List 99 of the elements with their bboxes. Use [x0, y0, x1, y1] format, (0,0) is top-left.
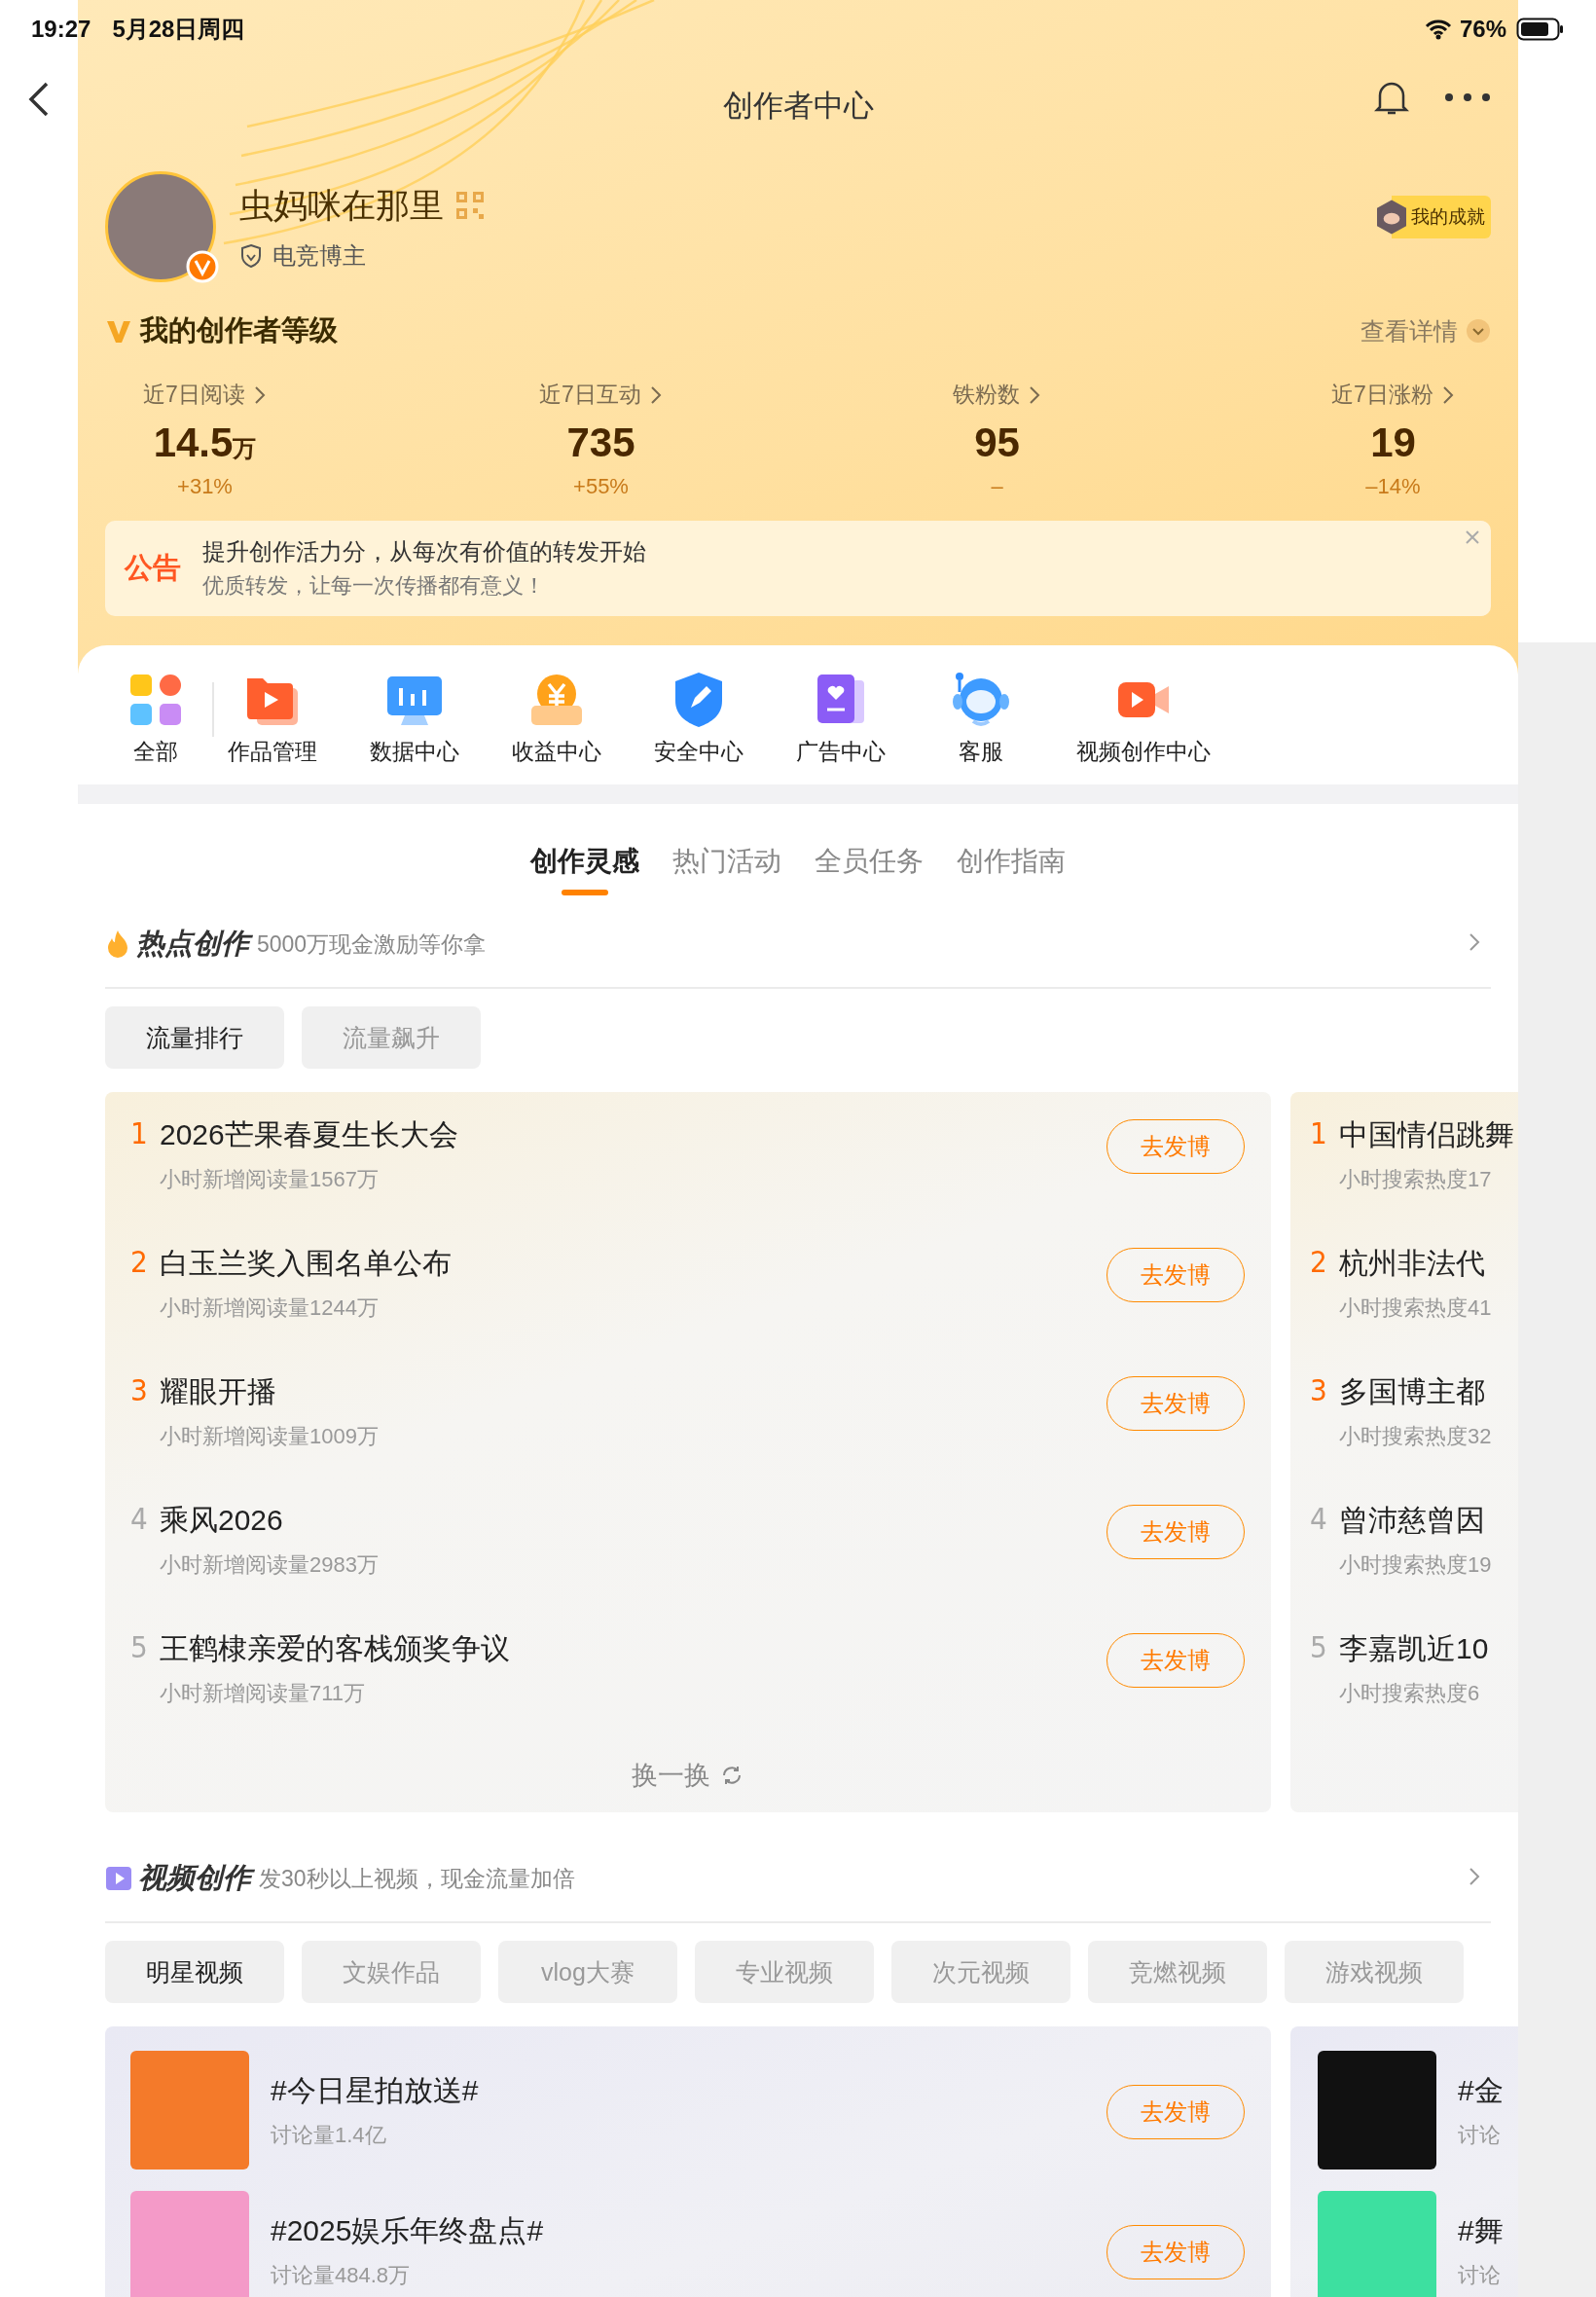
headset-icon	[952, 671, 1010, 729]
rank-number: 3	[130, 1372, 149, 1407]
video-icon	[105, 1866, 132, 1891]
notice-label: 公告	[125, 551, 181, 585]
topic-stat: 小时新增阅读量1244万	[160, 1294, 380, 1322]
topic-stat: 小时新增阅读量1567万	[160, 1166, 380, 1193]
user-name: 虫妈咪在那里	[239, 184, 444, 226]
topic-stat: 小时新增阅读量2983万	[160, 1551, 379, 1579]
topic-title[interactable]: 乘风2026	[160, 1501, 379, 1541]
topic-stat: 小时搜索热度19	[1339, 1551, 1492, 1579]
shield-icon	[239, 242, 263, 269]
chevron-right-icon	[252, 383, 267, 406]
shortcut-item[interactable]: 收益中心	[512, 671, 601, 767]
shortcut-item[interactable]: 安全中心	[654, 671, 744, 767]
topic-stat: 讨论量484.8万	[271, 2261, 412, 2289]
user-tag: 电竞博主	[272, 239, 366, 272]
topic-title[interactable]: #今日星拍放送#	[271, 2070, 479, 2111]
rank-number: 2	[1310, 1244, 1328, 1279]
shortcut-item[interactable]: 全部	[113, 671, 199, 767]
level-title: 我的创作者等级	[140, 313, 338, 347]
rank-number: 1	[130, 1115, 149, 1150]
chevron-right-icon	[1440, 383, 1455, 406]
battery-icon	[1516, 18, 1565, 41]
notice-subtitle: 优质转发，让每一次传播都有意义！	[202, 572, 546, 600]
battery-percent: 76%	[1459, 16, 1506, 43]
topic-title[interactable]: 杭州非法代	[1339, 1244, 1492, 1284]
topic-stat: 小时搜索热度32	[1339, 1423, 1492, 1450]
back-icon[interactable]	[27, 80, 51, 119]
stat-change: –14%	[1365, 474, 1421, 499]
shortcut-item[interactable]: 视频创作中心	[1076, 671, 1211, 767]
section-subtitle: 5000万现金激励等你拿	[257, 930, 487, 959]
stat-value: 19	[1370, 419, 1416, 466]
tab[interactable]: 创作灵感	[530, 839, 639, 895]
thumbnail-image[interactable]	[130, 2051, 249, 2169]
topic-title[interactable]: 中国情侣跳舞	[1339, 1115, 1514, 1155]
status-date: 5月28日周四	[112, 15, 245, 44]
topic-title[interactable]: 曾沛慈曾因	[1339, 1501, 1492, 1541]
page-title: 创作者中心	[722, 88, 874, 125]
topic-title[interactable]: 耀眼开播	[160, 1372, 379, 1412]
rank-number: 4	[1310, 1501, 1328, 1536]
topic-title[interactable]: #2025娱乐年终盘点#	[271, 2210, 544, 2251]
chevron-right-icon	[1028, 383, 1041, 406]
topic-title[interactable]: #舞	[1458, 2210, 1504, 2251]
chevron-right-icon	[1468, 931, 1481, 953]
topic-stat: 小时新增阅读量711万	[160, 1680, 367, 1707]
tab[interactable]: 全员任务	[815, 839, 924, 895]
topic-title[interactable]: 白玉兰奖入围名单公布	[160, 1244, 452, 1284]
stat-change: –	[991, 474, 1003, 499]
rank-number: 1	[1310, 1115, 1328, 1150]
chevron-down-icon[interactable]	[1466, 318, 1491, 344]
shortcut-item[interactable]: 数据中心	[370, 671, 459, 767]
tab[interactable]: 创作指南	[957, 839, 1066, 895]
rank-number: 4	[130, 1501, 149, 1536]
thumbnail-image[interactable]	[1318, 2191, 1436, 2297]
stat-value: 735	[566, 419, 635, 466]
topic-stat: 小时搜索热度6	[1339, 1680, 1481, 1707]
verified-icon	[186, 250, 219, 283]
topic-stat: 讨论	[1458, 2121, 1502, 2149]
rank-number: 5	[1310, 1629, 1328, 1664]
topic-stat: 讨论	[1458, 2261, 1502, 2289]
topic-title[interactable]: 王鹤棣亲爱的客栈颁奖争议	[160, 1629, 510, 1669]
thumbnail-image[interactable]	[130, 2191, 249, 2297]
wifi-icon	[1424, 18, 1452, 40]
filter-chip[interactable]: 流量排行	[105, 1006, 284, 1069]
topic-stat: 小时搜索热度41	[1339, 1294, 1492, 1322]
stat-change: +55%	[573, 474, 629, 499]
topic-stat: 小时搜索热度17	[1339, 1166, 1493, 1193]
stat-label[interactable]: 近7日阅读	[143, 380, 267, 410]
more-icon[interactable]	[1444, 92, 1491, 102]
shortcut-item[interactable]: 广告中心	[796, 671, 886, 767]
shortcut-item[interactable]: 客服	[938, 671, 1024, 767]
thumbnail-image[interactable]	[1318, 2051, 1436, 2169]
tab[interactable]: 热门活动	[672, 839, 781, 895]
stat-label[interactable]: 铁粉数	[953, 380, 1041, 410]
topic-stat: 讨论量1.4亿	[271, 2121, 387, 2149]
stat-value: 95	[974, 419, 1020, 466]
shortcut-item[interactable]: 作品管理	[228, 671, 317, 767]
stat-value: 14.5万	[153, 419, 257, 466]
close-icon[interactable]	[1464, 529, 1481, 546]
notice-title: 提升创作活力分，从每次有价值的转发开始	[202, 537, 646, 566]
stat-label[interactable]: 近7日涨粉	[1331, 380, 1455, 410]
chevron-right-icon	[648, 383, 663, 406]
filter-chip[interactable]: 明星视频	[105, 1941, 284, 2003]
topic-title[interactable]: 李嘉凯近10	[1339, 1629, 1489, 1669]
topic-stat: 小时新增阅读量1009万	[160, 1423, 379, 1450]
topic-title[interactable]: #金	[1458, 2070, 1504, 2111]
chevron-right-icon	[1468, 1866, 1481, 1887]
topic-title[interactable]: 2026芒果春夏生长大会	[160, 1115, 458, 1155]
status-time: 19:27	[31, 16, 91, 43]
rank-number: 5	[130, 1629, 149, 1664]
stat-change: +31%	[177, 474, 233, 499]
rank-number: 2	[130, 1244, 149, 1279]
refresh-icon[interactable]	[720, 1764, 744, 1787]
rank-number: 3	[1310, 1372, 1328, 1407]
section-subtitle: 发30秒以上视频，现金流量加倍	[259, 1864, 575, 1893]
qr-code-icon[interactable]	[455, 191, 485, 220]
topic-title[interactable]: 多国博主都	[1339, 1372, 1492, 1412]
stat-label[interactable]: 近7日互动	[539, 380, 663, 410]
flame-icon	[105, 930, 130, 959]
